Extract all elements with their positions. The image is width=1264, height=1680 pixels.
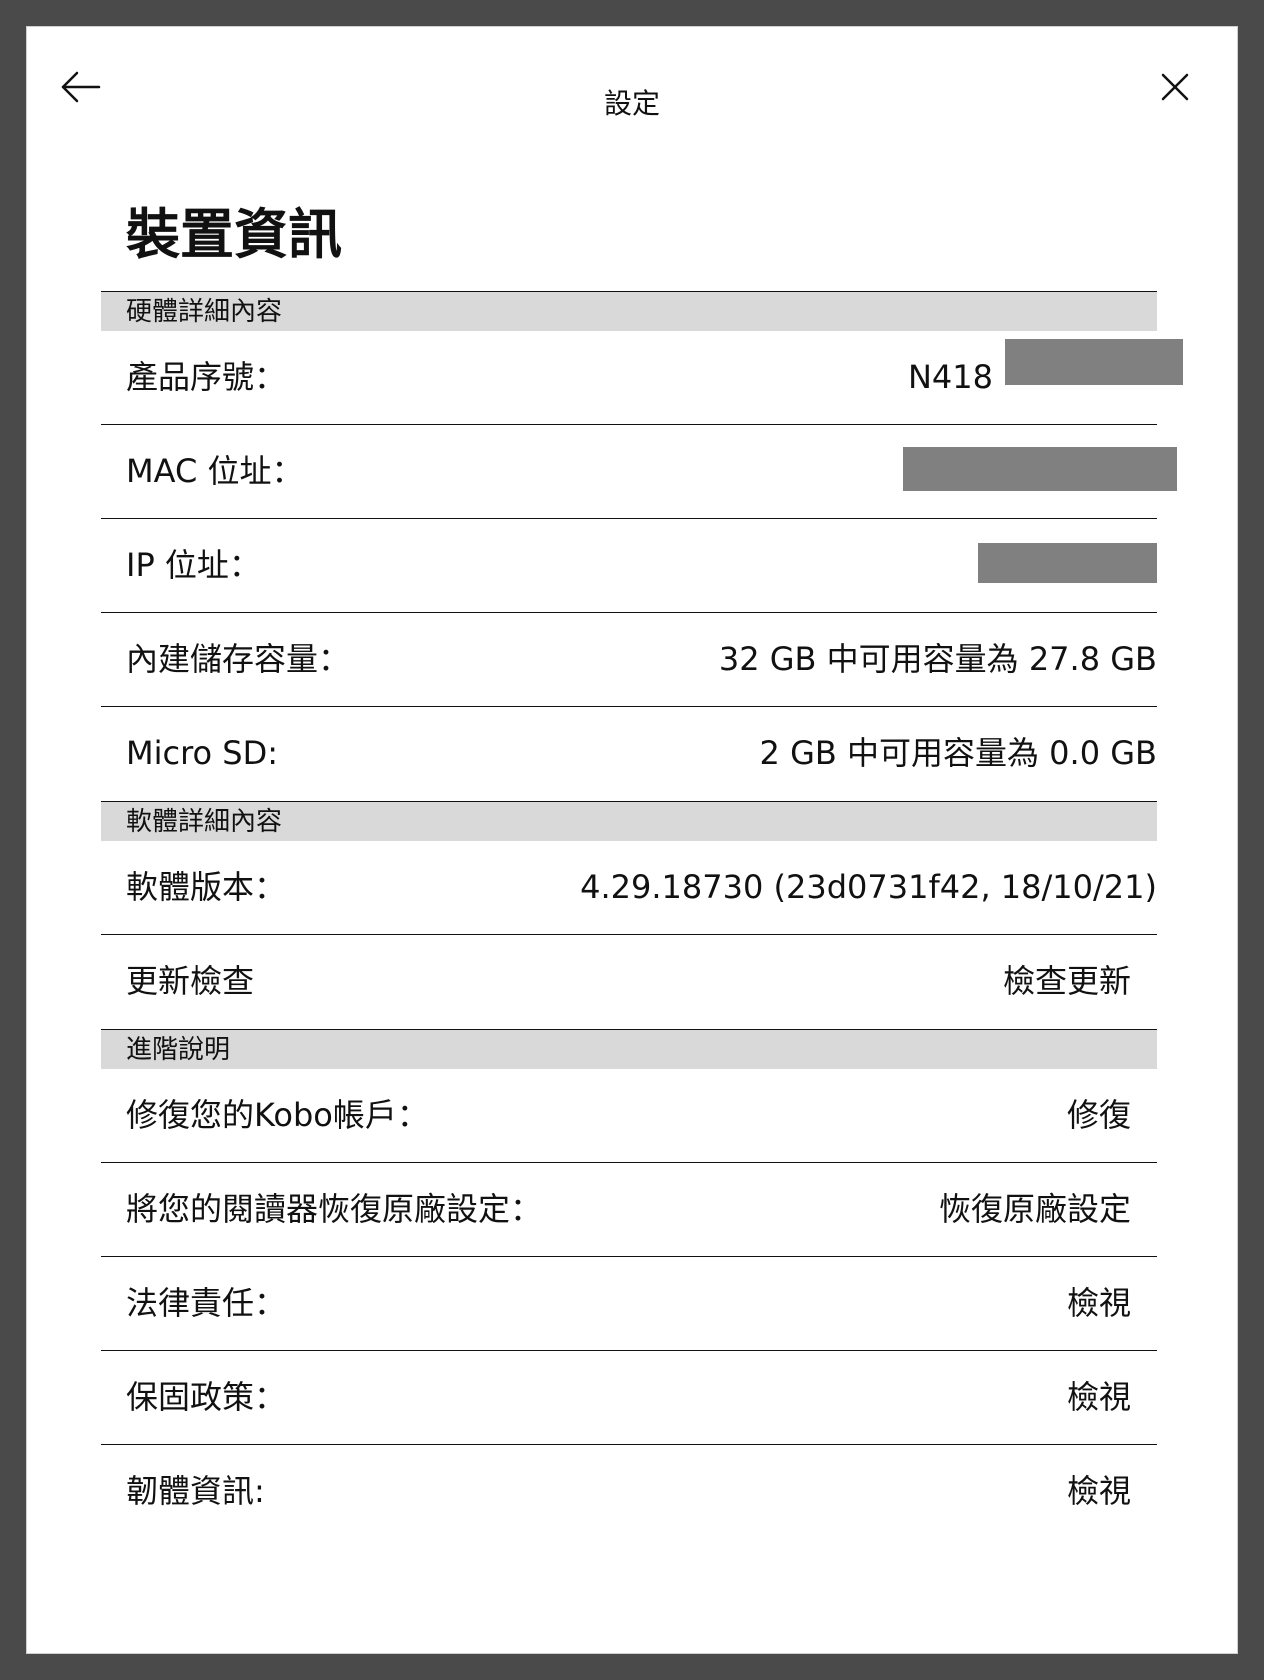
software-version-row: 軟體版本： 4.29.18730 (23d0731f42, 18/10/21)	[101, 841, 1157, 935]
mac-address-row: MAC 位址：	[101, 425, 1177, 519]
serial-number-row: 產品序號： N418	[101, 331, 1183, 425]
repair-account-row[interactable]: 修復您的Kobo帳戶： 修復	[101, 1069, 1157, 1163]
close-button[interactable]	[1151, 63, 1199, 111]
storage-label: 內建儲存容量：	[126, 640, 351, 678]
page-title: 裝置資訊	[126, 203, 342, 266]
factory-reset-row[interactable]: 將您的閱讀器恢復原廠設定： 恢復原廠設定	[101, 1163, 1157, 1257]
close-icon	[1161, 73, 1189, 101]
legal-view-button[interactable]: 檢視	[1067, 1257, 1131, 1349]
redacted-ip-address	[978, 543, 1157, 583]
firmware-info-row[interactable]: 韌體資訊: 檢視	[101, 1445, 1157, 1539]
factory-reset-button[interactable]: 恢復原廠設定	[939, 1163, 1131, 1255]
serial-number-label: 產品序號：	[126, 358, 287, 396]
repair-account-label: 修復您的Kobo帳戶：	[126, 1096, 429, 1134]
advanced-section-header: 進階說明	[101, 1029, 1157, 1069]
software-version-value: 4.29.18730 (23d0731f42, 18/10/21)	[580, 868, 1157, 906]
update-check-row[interactable]: 更新檢查 檢查更新	[101, 935, 1157, 1029]
micro-sd-value: 2 GB 中可用容量為 0.0 GB	[759, 734, 1157, 772]
device-info-list: 硬體詳細內容 產品序號： N418 MAC 位址： IP 位址： 內建儲存容量：…	[101, 291, 1183, 1539]
repair-button[interactable]: 修復	[1067, 1069, 1131, 1161]
factory-reset-label: 將您的閱讀器恢復原廠設定：	[126, 1190, 543, 1228]
top-bar: 設定	[27, 27, 1237, 137]
update-check-label: 更新檢查	[126, 962, 255, 1000]
serial-number-value: N418	[907, 358, 993, 396]
micro-sd-row: Micro SD: 2 GB 中可用容量為 0.0 GB	[101, 707, 1157, 801]
ip-address-row: IP 位址：	[101, 519, 1157, 613]
warranty-label: 保固政策：	[126, 1378, 287, 1416]
ip-address-label: IP 位址：	[126, 546, 261, 584]
firmware-view-button[interactable]: 檢視	[1067, 1445, 1131, 1537]
check-update-button[interactable]: 檢查更新	[1003, 935, 1131, 1027]
legal-row[interactable]: 法律責任： 檢視	[101, 1257, 1157, 1351]
hardware-section-header: 硬體詳細內容	[101, 291, 1157, 331]
storage-value: 32 GB 中可用容量為 27.8 GB	[718, 640, 1157, 678]
software-version-label: 軟體版本：	[126, 868, 287, 906]
warranty-row[interactable]: 保固政策： 檢視	[101, 1351, 1157, 1445]
firmware-info-label: 韌體資訊:	[126, 1472, 265, 1510]
redacted-serial	[1005, 339, 1183, 385]
header-title: 設定	[603, 87, 660, 120]
warranty-view-button[interactable]: 檢視	[1067, 1351, 1131, 1443]
legal-label: 法律責任：	[126, 1284, 287, 1322]
storage-row: 內建儲存容量： 32 GB 中可用容量為 27.8 GB	[101, 613, 1157, 707]
software-section-header: 軟體詳細內容	[101, 801, 1157, 841]
settings-screen: 設定 裝置資訊 硬體詳細內容 產品序號： N418 MAC 位址： IP 位址：…	[26, 26, 1238, 1654]
redacted-mac-address	[903, 447, 1177, 491]
mac-address-label: MAC 位址：	[126, 452, 304, 490]
micro-sd-label: Micro SD:	[126, 734, 279, 772]
